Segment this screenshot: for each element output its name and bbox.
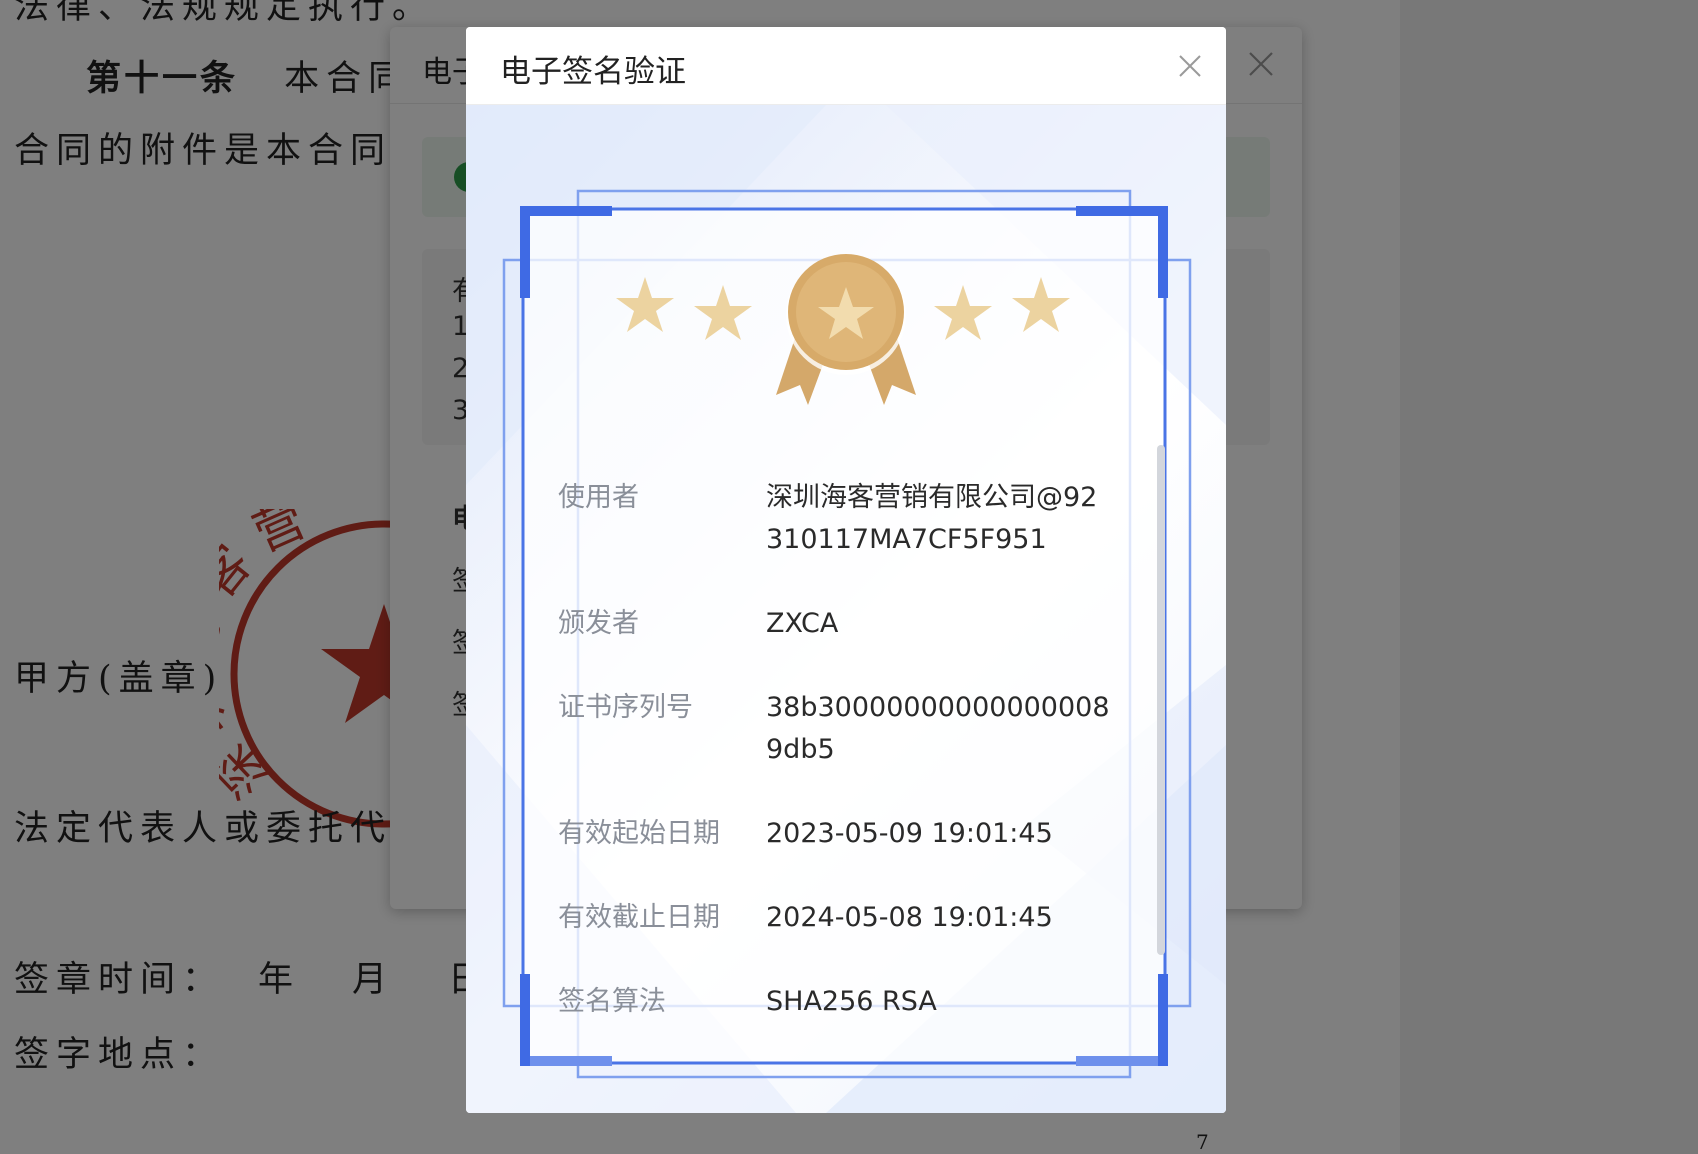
star-icon [694,285,752,340]
field-value: 2024-05-08 19:01:45 [766,902,1053,933]
modal-title: 电子签名验证 [500,54,686,90]
close-icon[interactable] [1176,52,1204,80]
medal-badge [616,254,1070,405]
field-value: SHA256 RSA [766,986,937,1017]
star-icon [934,285,992,340]
star-icon [1012,277,1070,332]
certificate-panel: 使用者 深圳海客营销有限公司@92310117MA7CF5F951 颁发者 ZX… [466,105,1226,1113]
field-value: 深圳海客营销有限公司@92310117MA7CF5F951 [766,482,1098,555]
field-label: 使用者 [558,482,639,513]
field-value: 38b300000000000000089db5 [766,692,1110,765]
modal-header: 电子签名验证 [466,27,1226,105]
field-label: 证书序列号 [558,692,693,723]
field-label: 签名算法 [558,986,666,1017]
star-icon [616,277,674,332]
field-label: 有效截止日期 [558,902,720,933]
field-label: 颁发者 [558,608,639,639]
field-label: 有效起始日期 [558,818,720,849]
field-value: ZXCA [766,608,839,639]
e-signature-verification-modal: 电子签名验证 使用者 深圳海客营销有限公司@92310117MA7CF5F951… [466,27,1226,1113]
panel-scrollbar[interactable] [1157,445,1165,955]
field-value: 2023-05-09 19:01:45 [766,818,1053,849]
